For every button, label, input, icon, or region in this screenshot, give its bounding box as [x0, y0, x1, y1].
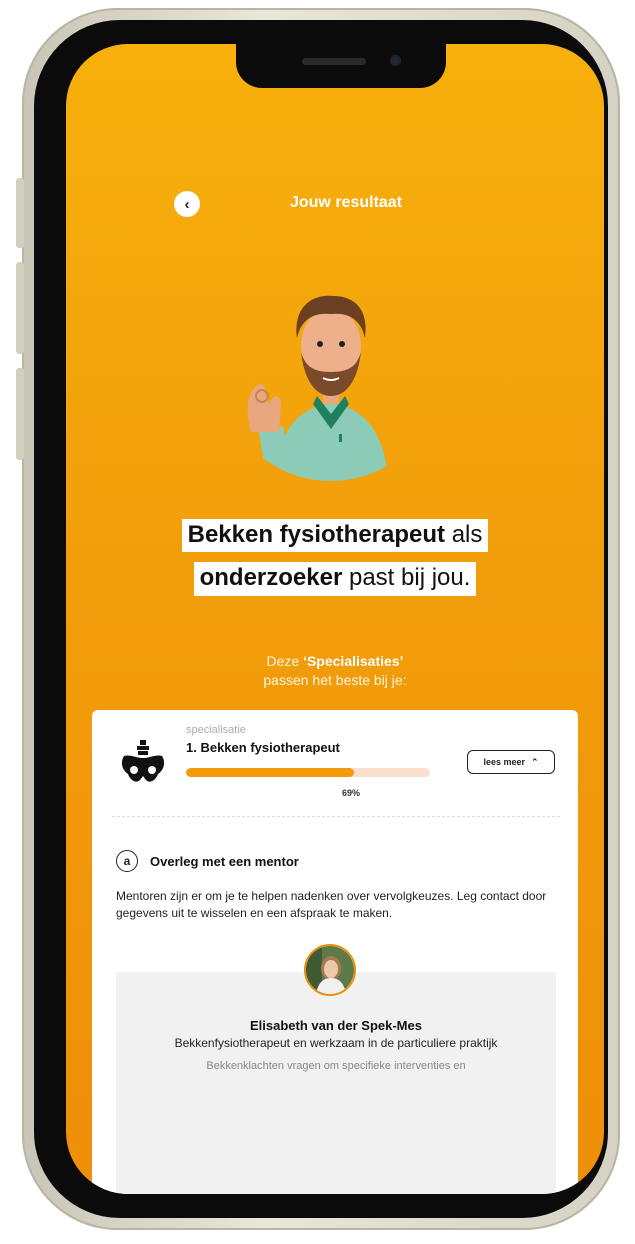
notch: [236, 44, 446, 88]
mentor-photo-icon: [306, 946, 354, 994]
back-button[interactable]: ‹: [174, 191, 200, 217]
match-progress-bar: [186, 768, 430, 777]
speaker: [302, 58, 366, 65]
chevron-up-icon: ⌃: [531, 756, 539, 767]
avatar-illustration: [221, 254, 441, 484]
side-button: [16, 262, 24, 354]
read-more-label: lees meer: [483, 757, 525, 767]
headline-text: past bij jou.: [342, 564, 471, 592]
chevron-left-icon: ‹: [184, 195, 190, 213]
side-button: [16, 178, 24, 248]
person-illustration: [247, 295, 389, 481]
camera: [390, 55, 401, 66]
side-button: [16, 368, 24, 460]
read-more-button[interactable]: lees meer ⌃: [467, 750, 555, 774]
intro-text: Deze ‘Specialisaties’ passen het beste b…: [66, 652, 604, 690]
mentor-role: Bekkenfysiotherapeut en werkzaam in de p…: [174, 1036, 498, 1050]
app-screen: ‹ Jouw resultaat Bekken fysiotherapeut a…: [66, 44, 604, 1194]
step-badge: a: [116, 850, 138, 872]
specialisation-card: specialisatie 1. Bekken fysiotherapeut 6…: [92, 710, 578, 1194]
match-percentage: 69%: [342, 788, 361, 798]
mentor-name: Elisabeth van der Spek-Mes: [250, 1018, 422, 1033]
headline-text: als: [445, 521, 483, 548]
headline-specialisation: Bekken fysiotherapeut: [187, 521, 446, 548]
intro-highlight: ‘Specialisaties’: [303, 653, 404, 669]
card-category: specialisatie: [186, 724, 246, 736]
pelvis-icon: [121, 740, 165, 782]
match-progress-fill: [186, 768, 355, 777]
mentor-card[interactable]: Elisabeth van der Spek-Mes Bekkenfysioth…: [116, 944, 556, 1194]
intro-prefix: Deze: [266, 653, 304, 669]
intro-suffix: passen het beste bij je:: [263, 672, 407, 688]
divider: [112, 816, 560, 817]
card-title: 1. Bekken fysiotherapeut: [186, 740, 340, 755]
headline-role: onderzoeker: [199, 564, 343, 592]
step-description: Mentoren zijn er om je te helpen nadenke…: [116, 889, 547, 920]
mentor-avatar: [304, 944, 356, 996]
headline-line-2: onderzoeker past bij jou.: [193, 562, 477, 596]
step-title: Overleg met een mentor: [150, 854, 299, 869]
page-title: Jouw resultaat: [289, 194, 403, 211]
headline-line-1: Bekken fysiotherapeut als: [181, 519, 489, 553]
result-headline: Bekken fysiotherapeut als onderzoeker pa…: [66, 519, 604, 606]
mentor-quote: Bekkenklachten vragen om specifieke inte…: [206, 1060, 466, 1072]
